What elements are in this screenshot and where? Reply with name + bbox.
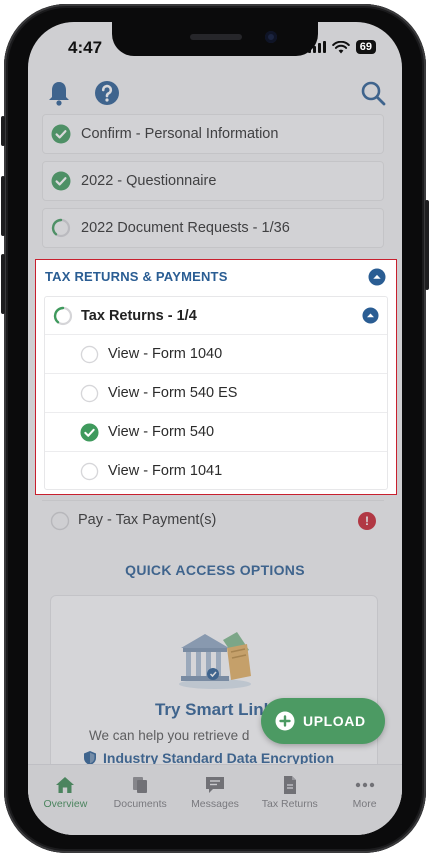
home-icon	[56, 777, 75, 793]
list-item-questionnaire[interactable]: 2022 - Questionnaire	[42, 161, 384, 201]
form-row-1040[interactable]: View - Form 1040	[45, 335, 387, 374]
battery-level: 69	[355, 40, 376, 54]
check-circle-icon	[51, 171, 71, 191]
tab-label: Documents	[113, 798, 167, 810]
tab-messages[interactable]: Messages	[178, 765, 253, 835]
tab-label: More	[352, 798, 377, 810]
tab-label: Messages	[191, 798, 239, 810]
collapse-icon[interactable]	[368, 268, 386, 286]
list-item-personal-info[interactable]: Confirm - Personal Information	[42, 114, 384, 154]
volume-up-button	[1, 176, 5, 236]
list-item-label: Pay - Tax Payment(s)	[78, 512, 217, 528]
list-item-tax-payment[interactable]: Pay - Tax Payment(s) !	[42, 500, 384, 540]
form-label: View - Form 540	[108, 424, 215, 440]
tab-label: Overview	[43, 798, 88, 810]
tax-returns-group: Tax Returns - 1/4 View - Form 1040 View …	[44, 296, 388, 490]
tab-overview[interactable]: Overview	[28, 765, 103, 835]
tab-tax-returns[interactable]: Tax Returns	[252, 765, 327, 835]
tab-more[interactable]: More	[327, 765, 402, 835]
check-circle-icon	[80, 423, 99, 442]
empty-circle-icon	[80, 462, 99, 481]
help-icon[interactable]	[92, 78, 122, 108]
tax-returns-payments-section: TAX RETURNS & PAYMENTS Tax Returns - 1/4	[35, 259, 397, 495]
form-label: View - Form 540 ES	[108, 385, 238, 401]
tab-documents[interactable]: Documents	[103, 765, 178, 835]
quick-access-title: QUICK ACCESS OPTIONS	[125, 562, 305, 578]
wifi-icon	[331, 40, 350, 53]
list-item-label: 2022 - Questionnaire	[81, 173, 217, 189]
app-screen: 4:47 69 Confirm - Personal Information 2…	[28, 22, 402, 835]
upload-label: UPLOAD	[303, 713, 366, 729]
messages-icon	[205, 777, 224, 793]
speaker-grille	[190, 34, 242, 40]
notch	[112, 22, 318, 56]
tab-bar: Overview Documents Messages Tax Returns …	[28, 764, 402, 835]
bell-icon[interactable]	[44, 78, 74, 108]
app-header	[28, 70, 402, 116]
form-row-1041[interactable]: View - Form 1041	[45, 452, 387, 491]
tab-label: Tax Returns	[261, 798, 318, 810]
status-time: 4:47	[68, 38, 103, 57]
more-icon	[355, 782, 374, 788]
empty-circle-icon	[80, 384, 99, 403]
search-icon[interactable]	[358, 78, 388, 108]
tax-returns-icon	[283, 776, 296, 794]
smart-link-subtitle: We can help you retrieve d	[89, 728, 250, 743]
bank-documents-illustration	[179, 632, 251, 689]
list-item-label: Confirm - Personal Information	[81, 126, 279, 142]
power-button	[425, 200, 429, 290]
form-label: View - Form 1040	[108, 346, 223, 362]
tax-returns-label: Tax Returns - 1/4	[81, 308, 197, 324]
form-row-540[interactable]: View - Form 540	[45, 413, 387, 452]
form-label: View - Form 1041	[108, 463, 223, 479]
progress-ring-icon	[51, 218, 71, 238]
mute-switch	[1, 116, 5, 146]
volume-down-button	[1, 254, 5, 314]
status-indicators: 69	[307, 40, 376, 54]
smart-link-card[interactable]: Try Smart Link We can help you retrieve …	[50, 595, 378, 775]
progress-ring-icon	[53, 306, 73, 326]
check-circle-icon	[51, 124, 71, 144]
empty-circle-icon	[50, 511, 70, 531]
section-title: TAX RETURNS & PAYMENTS	[45, 269, 228, 284]
documents-icon	[133, 777, 148, 793]
collapse-icon[interactable]	[362, 307, 379, 324]
alert-icon: !	[358, 512, 376, 530]
empty-circle-icon	[80, 345, 99, 364]
front-camera	[265, 31, 277, 43]
list-item-label: 2022 Document Requests - 1/36	[81, 220, 290, 236]
tax-returns-header[interactable]: Tax Returns - 1/4	[45, 297, 387, 335]
list-item-document-requests[interactable]: 2022 Document Requests - 1/36	[42, 208, 384, 248]
plus-circle-icon	[275, 711, 295, 731]
upload-button[interactable]: UPLOAD	[261, 698, 385, 744]
form-row-540es[interactable]: View - Form 540 ES	[45, 374, 387, 413]
